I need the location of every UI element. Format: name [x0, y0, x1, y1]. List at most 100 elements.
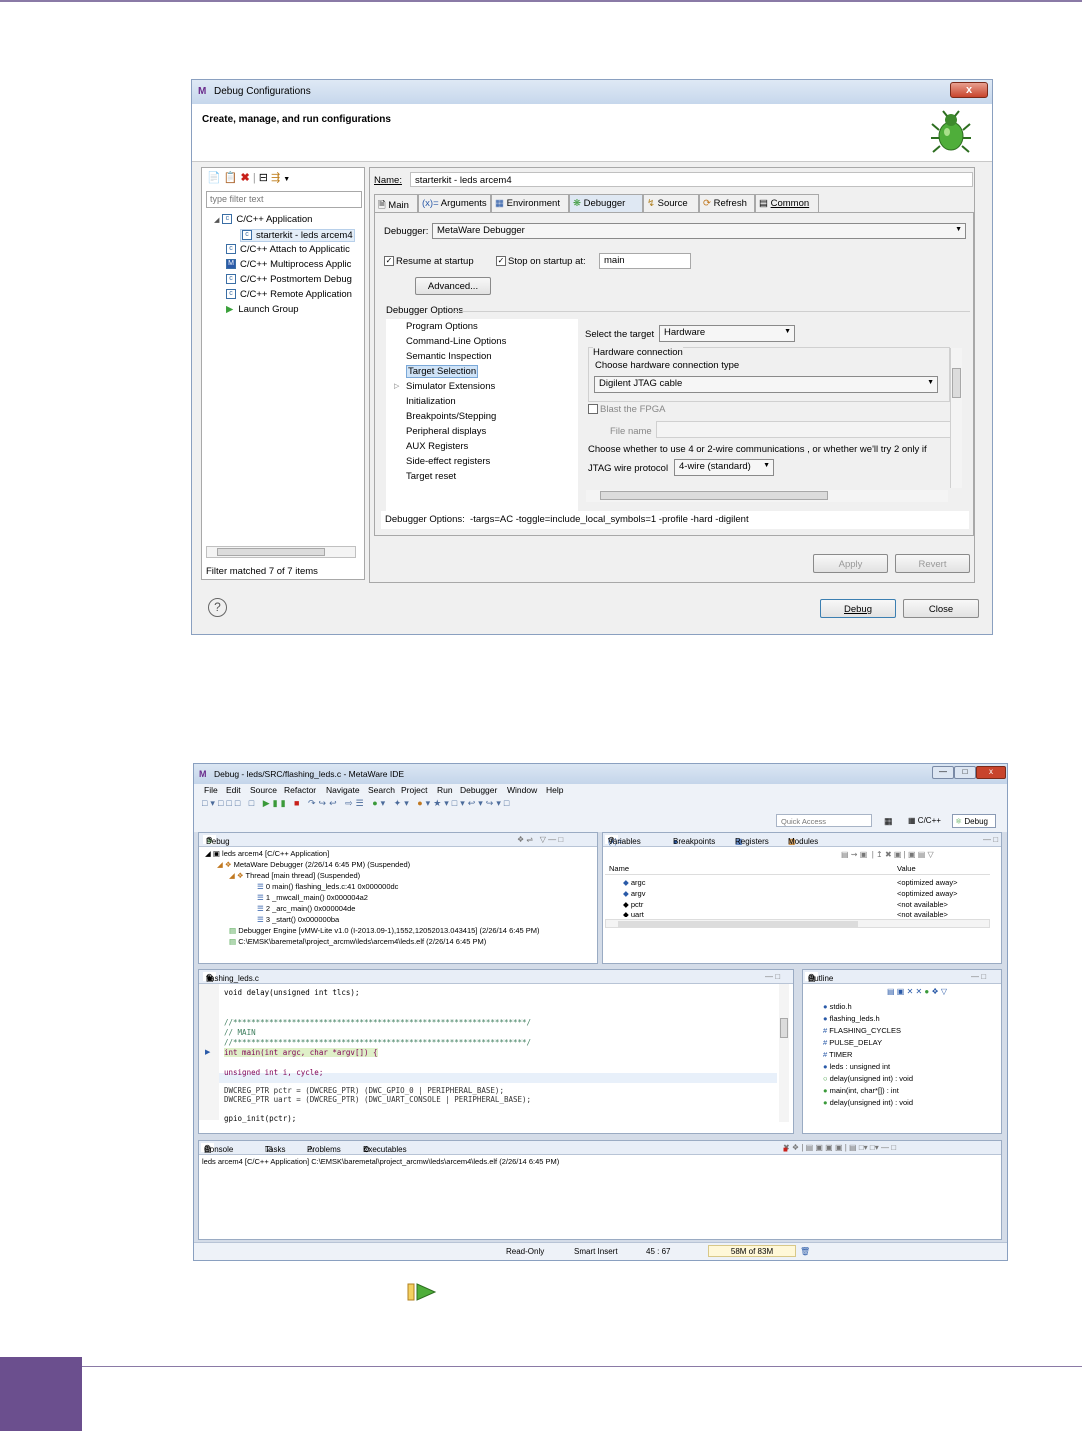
- tree-item[interactable]: c C/C++ Attach to Applicatic: [226, 244, 350, 255]
- resume-checkbox[interactable]: ✓ Resume at startup: [384, 256, 474, 267]
- stack-frame[interactable]: ☰ 2 _arc_main() 0x000004de: [257, 904, 355, 913]
- outline-item[interactable]: # FLASHING_CYCLES: [823, 1026, 901, 1035]
- tab-console[interactable]: ▤ Console ⊛: [201, 1143, 233, 1154]
- tab-arguments[interactable]: (x)= Arguments: [418, 194, 491, 212]
- tab-environment[interactable]: ▦ Environment: [491, 194, 569, 212]
- debug-tree-item[interactable]: ◢ ❖ MetaWare Debugger (2/26/14 6:45 PM) …: [217, 860, 410, 869]
- menu-run[interactable]: Run: [437, 785, 453, 795]
- advanced-button[interactable]: Advanced...: [415, 277, 491, 295]
- outline-item[interactable]: ● flashing_leds.h: [823, 1014, 880, 1023]
- option-item[interactable]: Initialization: [406, 396, 456, 407]
- left-hscrollbar[interactable]: [206, 546, 356, 558]
- target-vscrollbar[interactable]: [950, 348, 962, 488]
- debug-tree-item[interactable]: ▤ C:\EMSK\baremetal\project_arcmw\leds\a…: [229, 937, 486, 946]
- variable-row[interactable]: ◆ pctr: [623, 900, 643, 909]
- quick-access-input[interactable]: Quick Access: [776, 814, 872, 827]
- outline-toolbar-icons[interactable]: ▤ ▣ ✕ ✕ ● ❖ ▽: [887, 987, 947, 996]
- scroll-thumb[interactable]: [618, 921, 858, 927]
- maximize-icon[interactable]: □: [954, 766, 976, 779]
- scroll-thumb[interactable]: [780, 1018, 788, 1038]
- tab-outline[interactable]: ▤ Outline ⊛: [805, 972, 833, 983]
- jtag-protocol-select[interactable]: 4-wire (standard): [674, 459, 774, 476]
- tree-item[interactable]: ◢ c C/C++ Application: [214, 214, 312, 225]
- toolbar-icons[interactable]: □▾□□□ □ ▶▮▮ ■ ↷↪↩ ⇨☰ ●▾ ✦▾ ●▾★▾□▾↩▾↪▾□: [202, 798, 512, 809]
- menu-window[interactable]: Window: [507, 785, 537, 795]
- menu-project[interactable]: Project: [401, 785, 427, 795]
- new-config-icon[interactable]: 📄: [207, 172, 221, 184]
- tree-item[interactable]: c C/C++ Remote Application: [226, 289, 352, 300]
- option-item[interactable]: Breakpoints/Stepping: [406, 411, 496, 422]
- tab-main[interactable]: 🗎 Main: [374, 194, 418, 212]
- menu-file[interactable]: File: [204, 785, 218, 795]
- variable-row[interactable]: ◆ argv: [623, 889, 645, 898]
- view-controls[interactable]: — □: [971, 972, 986, 981]
- target-select[interactable]: Hardware: [659, 325, 795, 342]
- tree-item[interactable]: M C/C++ Multiprocess Applic: [226, 259, 351, 270]
- apply-button[interactable]: Apply: [813, 554, 888, 573]
- tab-common[interactable]: ▤ Common: [755, 194, 819, 212]
- editor-vscrollbar[interactable]: [779, 984, 789, 1122]
- menu-edit[interactable]: Edit: [226, 785, 241, 795]
- revert-button[interactable]: Revert: [895, 554, 970, 573]
- scroll-thumb[interactable]: [952, 368, 961, 398]
- minimize-icon[interactable]: —: [932, 766, 954, 779]
- open-perspective-icon[interactable]: ▦: [884, 816, 893, 827]
- file-name-field[interactable]: [656, 421, 952, 438]
- variables-toolbar-icons[interactable]: ▤ ⇝ ▣ | ↥ ✖ ▣ | ▣ ▤ ▽: [841, 850, 934, 859]
- stack-frame[interactable]: ☰ 1 _mwcall_main() 0x000004a2: [257, 893, 368, 902]
- variables-hscrollbar[interactable]: [605, 919, 990, 928]
- variable-row[interactable]: ◆ uart: [623, 910, 644, 917]
- option-item[interactable]: Peripheral displays: [406, 426, 486, 437]
- tree-item-selected[interactable]: c starterkit - leds arcem4: [240, 229, 355, 242]
- tree-item[interactable]: ▶ Launch Group: [226, 304, 299, 315]
- variable-row[interactable]: ◆ argc: [623, 878, 645, 887]
- option-item[interactable]: Program Options: [406, 321, 478, 332]
- debug-button[interactable]: Debug: [820, 599, 896, 618]
- debug-tree-item[interactable]: ◢ ▣ leds arcem4 [C/C++ Application]: [205, 849, 329, 858]
- menu-help[interactable]: Help: [546, 785, 563, 795]
- tab-debugger[interactable]: ❋ Debugger: [569, 194, 643, 212]
- gc-icon[interactable]: 🗑: [800, 1247, 810, 1256]
- blast-checkbox[interactable]: Blast the FPGA: [588, 404, 665, 415]
- view-controls[interactable]: — □: [983, 835, 998, 844]
- menu-source[interactable]: Source: [250, 785, 277, 795]
- outline-item[interactable]: ● stdio.h: [823, 1002, 852, 1011]
- heap-status[interactable]: 58M of 83M: [708, 1245, 796, 1257]
- option-item[interactable]: Target reset: [406, 471, 456, 482]
- menu-search[interactable]: Search: [368, 785, 395, 795]
- outline-item[interactable]: # PULSE_DELAY: [823, 1038, 882, 1047]
- tab-debug[interactable]: ⚛ Debug ⊛: [203, 835, 230, 846]
- menu-navigate[interactable]: Navigate: [326, 785, 360, 795]
- outline-item[interactable]: ● delay(unsigned int) : void: [823, 1098, 913, 1107]
- outline-item[interactable]: ○ delay(unsigned int) : void: [823, 1074, 913, 1083]
- option-item[interactable]: AUX Registers: [406, 441, 468, 452]
- view-controls[interactable]: — □: [765, 972, 780, 981]
- stop-at-field[interactable]: main: [599, 253, 691, 269]
- chevron-down-icon[interactable]: ▼: [283, 176, 290, 183]
- option-item[interactable]: Command-Line Options: [406, 336, 506, 347]
- perspective-debug[interactable]: ⚛ Debug: [952, 814, 996, 828]
- hw-connection-select[interactable]: Digilent JTAG cable: [594, 376, 938, 393]
- target-hscrollbar[interactable]: [586, 490, 948, 502]
- option-item[interactable]: Simulator Extensions: [406, 381, 495, 392]
- collapse-icon[interactable]: ⊟: [259, 172, 268, 184]
- option-item[interactable]: Semantic Inspection: [406, 351, 492, 362]
- debug-tree-item[interactable]: ◢ ❖ Thread [main thread] (Suspended): [229, 871, 360, 880]
- outline-item[interactable]: # TIMER: [823, 1050, 852, 1059]
- tree-item[interactable]: c C/C++ Postmortem Debug: [226, 274, 352, 285]
- tab-source[interactable]: ↯ Source: [643, 194, 699, 212]
- scroll-thumb[interactable]: [217, 548, 325, 556]
- stop-checkbox[interactable]: ✓ Stop on startup at:: [496, 256, 586, 267]
- name-field[interactable]: starterkit - leds arcem4: [410, 172, 973, 187]
- tab-editor[interactable]: ▣ flashing_leds.c ⊛: [203, 972, 259, 983]
- stack-frame[interactable]: ☰ 3 _start() 0x000000ba: [257, 915, 339, 924]
- close-button[interactable]: Close: [903, 599, 979, 618]
- perspective-cpp[interactable]: ▦ C/C++: [906, 814, 950, 828]
- menu-debugger[interactable]: Debugger: [460, 785, 497, 795]
- debug-view-actions[interactable]: ❖ ⇌ ▽ — □: [517, 835, 563, 844]
- close-icon[interactable]: x: [976, 766, 1006, 779]
- duplicate-icon[interactable]: 📋: [224, 172, 238, 184]
- tab-refresh[interactable]: ⟳ Refresh: [699, 194, 755, 212]
- option-item[interactable]: Side-effect registers: [406, 456, 490, 467]
- option-item-selected[interactable]: Target Selection: [406, 365, 479, 378]
